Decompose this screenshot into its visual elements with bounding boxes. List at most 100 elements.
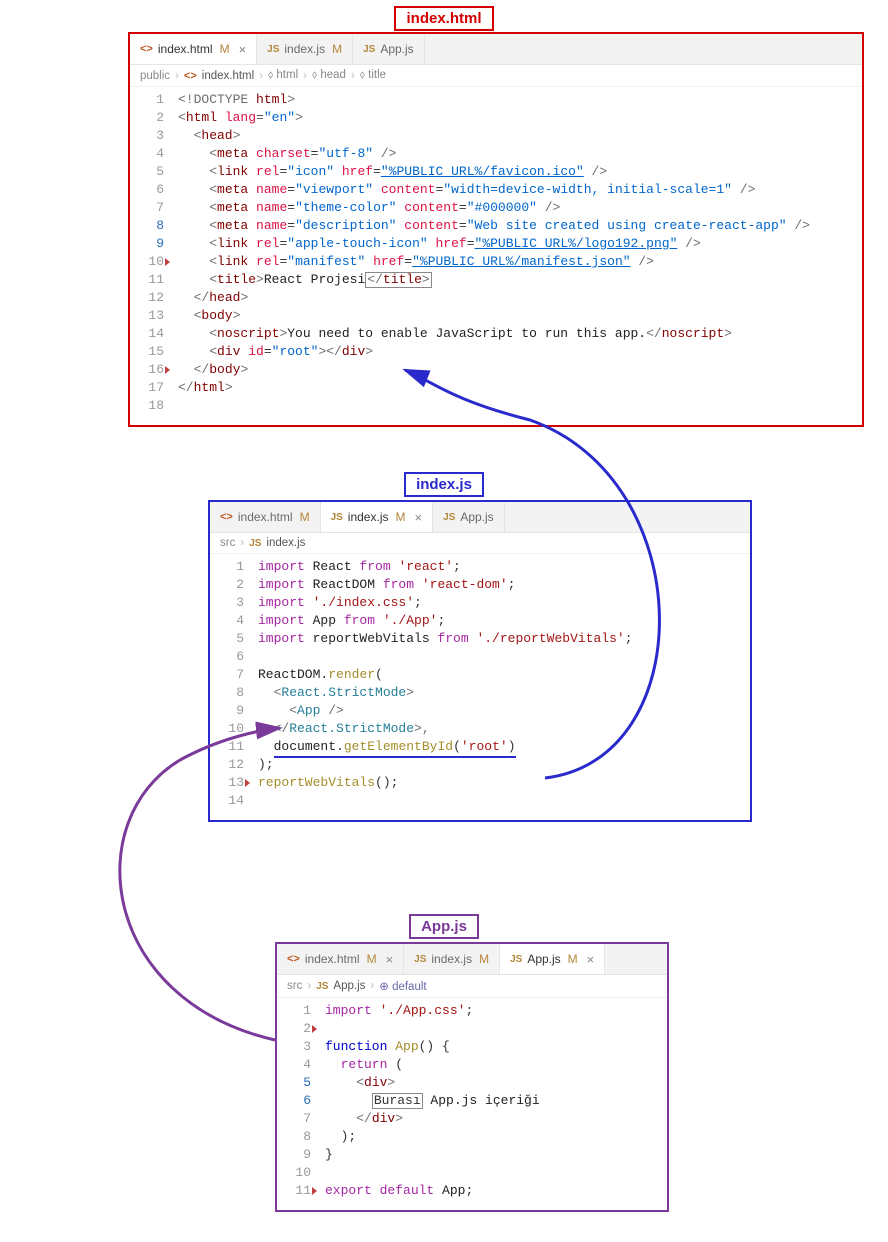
line-numbers-3: 1234567891011 [277, 1002, 319, 1200]
line-number: 3 [281, 1038, 311, 1056]
code-lines-3[interactable]: import './App.css';function App() { retu… [319, 1002, 667, 1200]
code-area-3[interactable]: 1234567891011 import './App.css';functio… [277, 998, 667, 1210]
js-icon: JS [443, 512, 455, 523]
line-number: 4 [281, 1056, 311, 1074]
crumb[interactable]: public [140, 70, 170, 82]
code-line: import './index.css'; [258, 594, 750, 612]
html-icon: <> [184, 70, 197, 82]
line-number: 5 [214, 630, 244, 648]
tab-index-html[interactable]: <>index.htmlM× [130, 34, 257, 64]
chevron-right-icon: › [307, 980, 311, 992]
code-line: </html> [178, 379, 862, 397]
line-number: 8 [134, 217, 164, 235]
tab-App-js[interactable]: JSApp.js [433, 502, 505, 532]
tabs-2: <>index.htmlMJSindex.jsM×JSApp.js [210, 502, 750, 533]
code-line: } [325, 1146, 667, 1164]
modified-badge: M [568, 952, 578, 966]
code-line: Burası App.js içeriği [325, 1092, 667, 1110]
label-app-js: App.js [409, 914, 479, 939]
code-line: <link rel="apple-touch-icon" href="%PUBL… [178, 235, 862, 253]
line-number: 10 [281, 1164, 311, 1182]
line-number: 8 [281, 1128, 311, 1146]
code-line: import React from 'react'; [258, 558, 750, 576]
js-icon: JS [267, 44, 279, 55]
line-number: 6 [281, 1092, 311, 1110]
line-number: 10 [134, 253, 164, 271]
modified-badge: M [300, 510, 310, 524]
code-line [325, 1020, 667, 1038]
code-line: <link rel="manifest" href="%PUBLIC_URL%/… [178, 253, 862, 271]
code-line: export default App; [325, 1182, 667, 1200]
line-number: 17 [134, 379, 164, 397]
close-icon[interactable]: × [587, 952, 595, 967]
code-line: ReactDOM.render( [258, 666, 750, 684]
crumb[interactable]: ⬨ title [360, 69, 386, 82]
code-line: <!DOCTYPE html> [178, 91, 862, 109]
tab-label: index.js [431, 952, 472, 966]
crumb[interactable]: ⬨ html [268, 69, 298, 82]
canvas: index.html <>index.htmlM×JSindex.jsMJSAp… [0, 0, 888, 1242]
tab-index-html[interactable]: <>index.htmlM [210, 502, 321, 532]
code-line: <head> [178, 127, 862, 145]
tab-label: index.html [238, 510, 293, 524]
tab-App-js[interactable]: JSApp.jsM× [500, 944, 605, 974]
code-line [258, 648, 750, 666]
js-icon: JS [414, 954, 426, 965]
modified-badge: M [395, 510, 405, 524]
crumb[interactable]: ⊕ default [379, 979, 426, 993]
tab-index-js[interactable]: JSindex.jsM [404, 944, 500, 974]
crumb[interactable]: App.js [333, 980, 365, 992]
line-number: 9 [134, 235, 164, 253]
line-number: 7 [214, 666, 244, 684]
code-line: <noscript>You need to enable JavaScript … [178, 325, 862, 343]
line-number: 11 [134, 271, 164, 289]
code-line: <html lang="en"> [178, 109, 862, 127]
code-lines-1[interactable]: <!DOCTYPE html><html lang="en"> <head> <… [172, 91, 862, 415]
line-number: 2 [281, 1020, 311, 1038]
code-lines-2[interactable]: import React from 'react';import ReactDO… [252, 558, 750, 810]
close-icon[interactable]: × [386, 952, 394, 967]
line-number: 18 [134, 397, 164, 415]
code-line: </React.StrictMode>, [258, 720, 750, 738]
line-numbers-2: 1234567891011121314 [210, 558, 252, 810]
tab-App-js[interactable]: JS App.js [353, 34, 425, 64]
tab-index-html[interactable]: <>index.htmlM× [277, 944, 404, 974]
close-icon[interactable]: × [239, 42, 247, 57]
js-icon: JS [331, 512, 343, 523]
crumb[interactable]: src [287, 980, 302, 992]
code-line: <React.StrictMode> [258, 684, 750, 702]
code-line: function App() { [325, 1038, 667, 1056]
crumb[interactable]: index.html [202, 70, 254, 82]
code-line [325, 1164, 667, 1182]
code-area-1[interactable]: 123456789101112131415161718 <!DOCTYPE ht… [130, 87, 862, 425]
crumb[interactable]: ⬨ head [312, 69, 346, 82]
tab-index-js[interactable]: JSindex.jsM [257, 34, 353, 64]
js-icon: JS [363, 44, 375, 55]
line-number: 2 [214, 576, 244, 594]
chevron-right-icon: › [303, 70, 307, 82]
line-number: 12 [214, 756, 244, 774]
tab-label: App.js [380, 42, 413, 56]
line-number: 4 [214, 612, 244, 630]
crumb[interactable]: src [220, 537, 235, 549]
tab-index-js[interactable]: JSindex.jsM× [321, 502, 434, 532]
code-line [258, 792, 750, 810]
code-line: </body> [178, 361, 862, 379]
breadcrumb-2: src›JS index.js [210, 533, 750, 554]
modified-badge: M [220, 42, 230, 56]
label-index-js: index.js [404, 472, 484, 497]
line-number: 11 [214, 738, 244, 756]
code-line: return ( [325, 1056, 667, 1074]
code-line: import App from './App'; [258, 612, 750, 630]
tab-label: index.html [158, 42, 213, 56]
breadcrumb-1: public›<> index.html›⬨ html›⬨ head›⬨ tit… [130, 65, 862, 87]
code-area-2[interactable]: 1234567891011121314 import React from 'r… [210, 554, 750, 820]
html-icon: <> [287, 953, 300, 965]
line-number: 12 [134, 289, 164, 307]
line-number: 5 [281, 1074, 311, 1092]
modified-badge: M [367, 952, 377, 966]
code-line: <link rel="icon" href="%PUBLIC_URL%/favi… [178, 163, 862, 181]
code-line: document.getElementById('root') [258, 738, 750, 756]
crumb[interactable]: index.js [266, 537, 305, 549]
close-icon[interactable]: × [414, 510, 422, 525]
